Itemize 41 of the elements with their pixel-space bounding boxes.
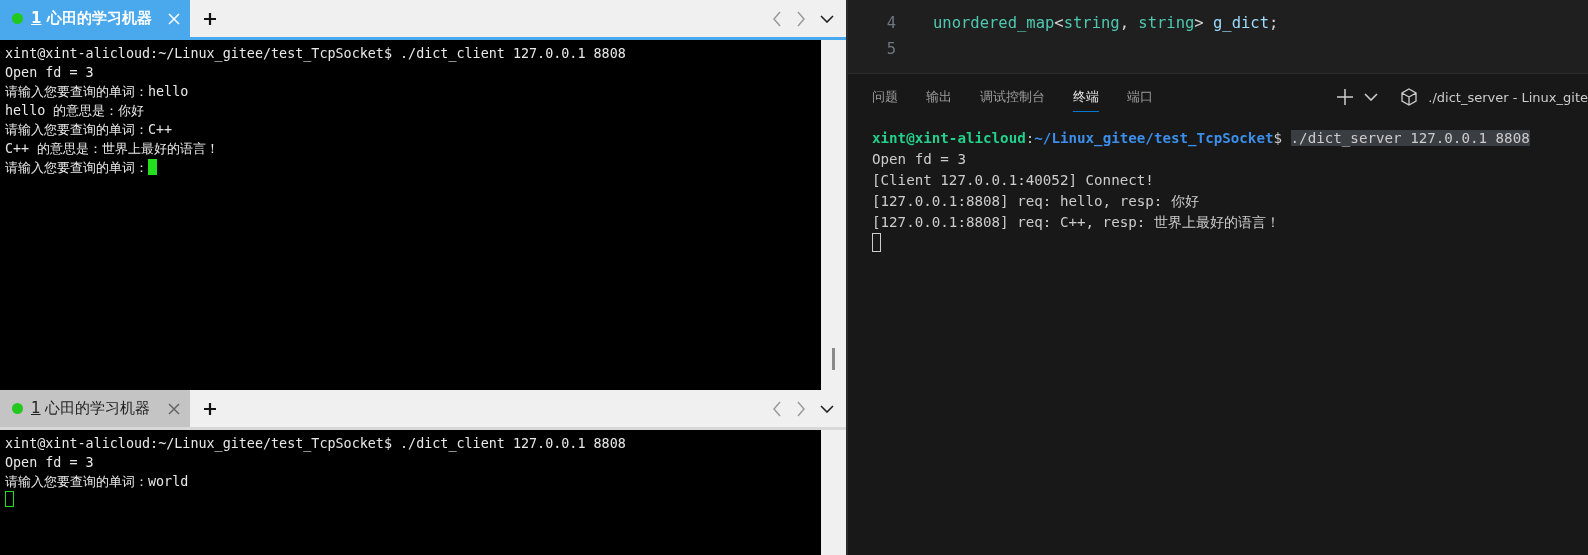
- code-line: unordered_map<string, string> g_dict;: [933, 13, 1279, 34]
- scrollbar-thumb[interactable]: [832, 348, 835, 370]
- terminal-line: 请输入您要查询的单词：world: [5, 473, 190, 491]
- panel-tab[interactable]: 终端: [1073, 82, 1099, 112]
- status-dot-icon: [12, 13, 23, 24]
- chevron-down-icon[interactable]: [820, 404, 834, 413]
- terminal-line: xint@xint-alicloud:~/Linux_gitee/test_TcpSocket$ ./dict_server 127.0.0.1 8808: [872, 129, 1531, 149]
- terminal-line: xint@xint-alicloud:~/Linux_gitee/test_TcpSocket$ ./dict_client 127.0.0.1 8808: [5, 45, 627, 63]
- panel-tab[interactable]: 端口: [1127, 82, 1153, 112]
- terminal-line: 请输入您要查询的单词：: [5, 158, 816, 177]
- line-number: 4: [885, 13, 896, 34]
- panel-tab[interactable]: 输出: [926, 82, 952, 112]
- terminal-line: C++ 的意思是：世界上最好的语言！: [5, 140, 221, 158]
- terminal-line: [127.0.0.1:8808] req: C++, resp: 世界上最好的语言！: [872, 213, 1281, 232]
- terminal-line: 请输入您要查询的单词：hello: [5, 83, 190, 101]
- terminal-line: hello 的意思是：你好: [5, 102, 146, 120]
- add-terminal-icon[interactable]: [1336, 88, 1355, 106]
- terminal-line: Open fd = 3: [5, 454, 95, 472]
- close-icon[interactable]: [168, 402, 180, 415]
- scrollbar-track[interactable]: [821, 40, 846, 390]
- status-dot-icon: [12, 403, 23, 414]
- terminal-line: xint@xint-alicloud:~/Linux_gitee/test_TcpSocket$ ./dict_client 127.0.0.1 8808: [5, 435, 627, 453]
- chevron-down-icon[interactable]: [820, 14, 834, 23]
- terminal-line: Open fd = 3: [872, 150, 967, 169]
- line-number: 5: [885, 39, 896, 60]
- terminal-tab[interactable]: 1 心田的学习机器: [0, 390, 190, 427]
- terminal-line: 请输入您要查询的单词：C++: [5, 121, 174, 139]
- terminal-line: Open fd = 3: [5, 64, 95, 82]
- terminal-line: [127.0.0.1:8808] req: hello, resp: 你好: [872, 192, 1200, 211]
- terminal-line: [Client 127.0.0.1:40052] Connect!: [872, 171, 1155, 190]
- panel-tab[interactable]: 问题: [872, 82, 898, 112]
- add-tab-icon[interactable]: [204, 402, 216, 415]
- cube-icon: [1400, 88, 1419, 106]
- scrollbar-track[interactable]: [821, 430, 846, 555]
- add-tab-icon[interactable]: [204, 12, 216, 25]
- panel-tab[interactable]: 调试控制台: [980, 82, 1045, 112]
- chevron-right-icon[interactable]: [796, 400, 806, 417]
- chevron-left-icon[interactable]: [772, 10, 782, 27]
- terminal-name[interactable]: ./dict_server - Linux_gite: [1428, 89, 1588, 105]
- chevron-right-icon[interactable]: [796, 10, 806, 27]
- chevron-left-icon[interactable]: [772, 400, 782, 417]
